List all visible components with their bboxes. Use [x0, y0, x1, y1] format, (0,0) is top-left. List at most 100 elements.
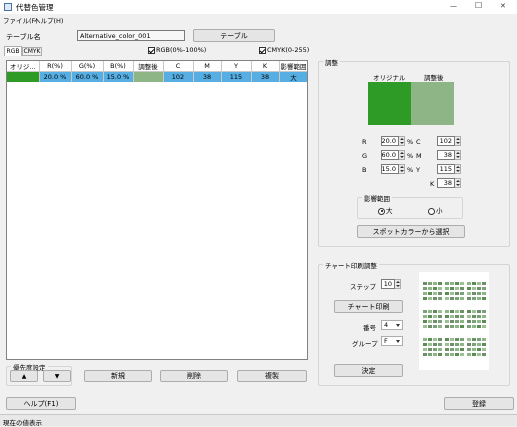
chart-swatch — [482, 310, 486, 313]
chart-swatch — [445, 310, 449, 313]
table-name-label: テーブル名 — [6, 33, 41, 41]
g-value[interactable]: 60.0 — [381, 150, 399, 160]
tab-cmyk[interactable]: CMYK — [22, 47, 42, 56]
menu-help[interactable]: ヘルプ(H) — [34, 15, 63, 25]
g-spin[interactable] — [399, 150, 405, 160]
r-spin[interactable] — [399, 136, 405, 146]
col-g[interactable]: G(%) — [71, 61, 104, 72]
chart-swatch — [467, 320, 471, 323]
chart-swatch — [438, 287, 442, 290]
color-table[interactable]: オリジ... R(%) G(%) B(%) 調整後 C M Y K 影響範囲 2… — [6, 60, 308, 360]
chart-swatch — [477, 287, 481, 290]
chart-swatch — [428, 338, 432, 341]
r-value[interactable]: 20.0 — [381, 136, 399, 146]
decide-button[interactable]: 決定 — [334, 364, 403, 377]
col-m[interactable]: M — [193, 61, 222, 72]
chart-swatch — [472, 292, 476, 295]
chart-swatch — [433, 297, 437, 300]
r-unit: % — [407, 138, 414, 146]
chart-swatch — [472, 297, 476, 300]
col-c[interactable]: C — [163, 61, 194, 72]
chart-swatch — [482, 325, 486, 328]
minimize-button[interactable]: — — [450, 2, 457, 10]
chart-swatch — [467, 310, 471, 313]
c-stepper[interactable]: 102 — [437, 136, 461, 146]
chart-swatch — [482, 343, 486, 346]
delete-button[interactable]: 削除 — [160, 370, 228, 382]
c-value[interactable]: 102 — [437, 136, 455, 146]
col-y[interactable]: Y — [221, 61, 252, 72]
table-name-field[interactable]: Alternative_color_001 — [77, 30, 185, 41]
range-small-radio[interactable]: 小 — [428, 205, 443, 215]
r-label: R — [362, 138, 367, 146]
number-select[interactable]: 4 — [381, 320, 403, 330]
step-stepper[interactable]: 10 — [381, 279, 401, 289]
group-select[interactable]: F — [381, 336, 403, 346]
chart-swatch — [472, 310, 476, 313]
m-value[interactable]: 38 — [437, 150, 455, 160]
y-value[interactable]: 115 — [437, 164, 455, 174]
chart-swatch — [467, 325, 471, 328]
chart-swatch — [423, 282, 427, 285]
cmyk-check-label: CMYK(0-255) — [267, 46, 310, 54]
chart-swatch — [472, 343, 476, 346]
copy-button[interactable]: 複製 — [237, 370, 307, 382]
b-spin[interactable] — [399, 164, 405, 174]
cmyk-checkbox[interactable]: CMYK(0-255) — [259, 46, 309, 54]
chart-swatch — [450, 325, 454, 328]
chart-print-button[interactable]: チャート印刷 — [334, 300, 403, 313]
m-spin[interactable] — [455, 150, 461, 160]
c-spin[interactable] — [455, 136, 461, 146]
chart-swatch — [433, 287, 437, 290]
chart-swatch — [433, 310, 437, 313]
col-r[interactable]: R(%) — [39, 61, 72, 72]
chart-swatch — [450, 343, 454, 346]
chart-swatch — [438, 282, 442, 285]
y-stepper[interactable]: 115 — [437, 164, 461, 174]
b-stepper[interactable]: 15.0 — [381, 164, 405, 174]
chart-swatch — [482, 287, 486, 290]
r-stepper[interactable]: 20.0 — [381, 136, 405, 146]
rgb-checkbox[interactable]: RGB(0%-100%) — [148, 46, 206, 54]
step-value[interactable]: 10 — [381, 279, 395, 289]
original-label: オリジナル — [373, 74, 406, 82]
chart-swatch — [450, 292, 454, 295]
tab-rgb-label: RGB — [6, 48, 20, 55]
k-stepper[interactable]: 38 — [437, 178, 461, 188]
b-value[interactable]: 15.0 — [381, 164, 399, 174]
col-k[interactable]: K — [251, 61, 280, 72]
tab-rgb[interactable]: RGB — [4, 46, 22, 56]
chart-swatch — [450, 287, 454, 290]
g-stepper[interactable]: 60.0 — [381, 150, 405, 160]
col-adjusted[interactable]: 調整後 — [133, 61, 164, 72]
chart-swatch — [423, 348, 427, 351]
priority-up-button[interactable]: ▲ — [10, 370, 38, 382]
col-range[interactable]: 影響範囲 — [279, 61, 307, 72]
col-original[interactable]: オリジ... — [7, 61, 40, 72]
chart-swatch — [477, 282, 481, 285]
new-button[interactable]: 新規 — [84, 370, 152, 382]
close-button[interactable]: ✕ — [500, 2, 506, 10]
priority-down-button[interactable]: ▼ — [43, 370, 71, 382]
spot-color-button[interactable]: スポットカラーから選択 — [357, 225, 465, 238]
table-button[interactable]: テーブル — [193, 29, 275, 42]
register-button[interactable]: 登録 — [444, 397, 514, 410]
chart-swatch — [423, 287, 427, 290]
chart-swatch — [455, 287, 459, 290]
k-spin[interactable] — [455, 178, 461, 188]
m-stepper[interactable]: 38 — [437, 150, 461, 160]
col-b[interactable]: B(%) — [103, 61, 134, 72]
k-value[interactable]: 38 — [437, 178, 455, 188]
help-button[interactable]: ヘルプ(F1) — [6, 397, 76, 410]
y-spin[interactable] — [455, 164, 461, 174]
range-large-radio[interactable]: 大 — [378, 205, 393, 215]
chart-swatch — [477, 353, 481, 356]
chart-swatch — [445, 353, 449, 356]
chart-swatch — [455, 348, 459, 351]
menu-file[interactable]: ファイル(F) — [3, 15, 38, 25]
step-spin[interactable] — [395, 279, 401, 289]
radio-selected-icon — [378, 207, 385, 215]
chart-swatch — [467, 353, 471, 356]
table-row[interactable]: 20.0 % 60.0 % 15.0 % 102 38 115 38 大 — [7, 71, 307, 82]
maximize-button[interactable]: ☐ — [475, 1, 482, 10]
